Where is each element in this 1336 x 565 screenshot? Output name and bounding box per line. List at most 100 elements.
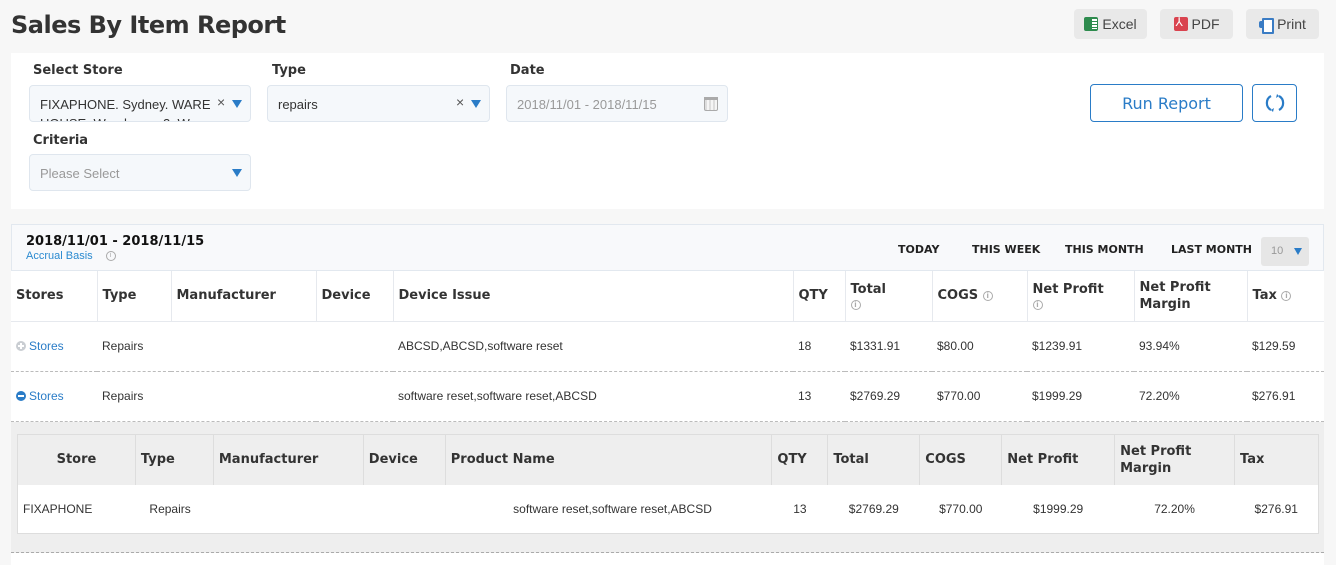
quick-range-today[interactable]: TODAY — [898, 243, 939, 256]
collapse-minus-icon[interactable] — [16, 390, 26, 401]
accrual-basis-link[interactable]: Accrual Basis i — [26, 250, 116, 262]
cell-net-profit-margin: 93.94% — [1134, 321, 1247, 372]
detail-cell-product-name: software reset,software reset,ABCSD — [445, 484, 772, 534]
table-row: Stores Repairs software reset,software r… — [11, 371, 1324, 422]
type-chevron-down-icon[interactable] — [471, 100, 481, 108]
date-value: 2018/11/01 - 2018/11/15 — [517, 97, 657, 112]
cell-type: Repairs — [97, 371, 171, 422]
store-select[interactable]: FIXAPHONE. Sydney. WARE HOUSE. Warehouse… — [29, 85, 251, 122]
refresh-button[interactable] — [1252, 84, 1297, 122]
detail-column-header-product-name: Product Name — [445, 434, 773, 485]
detail-cell-total: $2769.29 — [827, 484, 920, 534]
column-header-net-profit-margin[interactable]: Net Profit Margin — [1134, 271, 1248, 322]
column-header-type[interactable]: Type — [97, 271, 172, 322]
criteria-select[interactable]: Please Select — [29, 154, 251, 191]
detail-column-header-qty: QTY — [771, 434, 829, 485]
column-header-net-profit[interactable]: Net Profit i — [1027, 271, 1135, 322]
type-label: Type — [272, 63, 306, 78]
cell-net-profit: $1239.91 — [1027, 321, 1134, 372]
column-header-device-issue[interactable]: Device Issue — [393, 271, 794, 322]
excel-label: Excel — [1102, 16, 1137, 32]
net-profit-info-icon[interactable]: i — [1032, 300, 1043, 311]
collapse-row-link[interactable]: Stores — [16, 389, 64, 403]
info-icon[interactable]: i — [105, 251, 116, 262]
detail-cell-manufacturer — [213, 484, 364, 534]
detail-cell-device — [363, 484, 446, 534]
export-pdf-button[interactable]: PDF — [1160, 9, 1233, 39]
cell-cogs: $80.00 — [932, 321, 1027, 372]
detail-column-header-store: Store — [17, 434, 136, 485]
quick-range-this-month[interactable]: THIS MONTH — [1065, 243, 1144, 256]
page-size-select[interactable]: 10 — [1261, 237, 1309, 266]
store-clear-icon[interactable]: × — [217, 94, 225, 110]
cell-net-profit-margin: 72.20% — [1134, 371, 1247, 422]
detail-cell-net-profit: $1999.29 — [1001, 484, 1115, 534]
column-header-cogs[interactable]: COGS i — [932, 271, 1028, 322]
detail-column-header-cogs: COGS — [919, 434, 1003, 485]
cell-cogs: $770.00 — [932, 371, 1027, 422]
report-section: 2018/11/01 - 2018/11/15 Accrual Basis i … — [11, 224, 1324, 565]
criteria-chevron-down-icon[interactable] — [232, 169, 242, 177]
column-header-device[interactable]: Device — [316, 271, 394, 322]
table-row: Stores Repairs ABCSD,ABCSD,software rese… — [11, 321, 1324, 372]
report-header: 2018/11/01 - 2018/11/15 Accrual Basis i … — [11, 224, 1324, 271]
detail-column-header-total: Total — [827, 434, 921, 485]
cell-manufacturer — [171, 371, 316, 422]
print-label: Print — [1277, 16, 1306, 32]
run-report-button[interactable]: Run Report — [1090, 84, 1243, 122]
print-button[interactable]: Print — [1246, 9, 1319, 39]
column-header-manufacturer[interactable]: Manufacturer — [171, 271, 317, 322]
detail-column-header-tax: Tax — [1234, 434, 1319, 485]
table-header-row: Stores Type Manufacturer Device Device I… — [11, 271, 1324, 322]
total-header-label: Total — [850, 282, 887, 298]
detail-column-header-type: Type — [135, 434, 214, 485]
pdf-icon — [1173, 15, 1188, 31]
cell-device — [316, 321, 393, 372]
cell-tax: $276.91 — [1247, 371, 1324, 422]
detail-column-header-net-profit: Net Profit — [1001, 434, 1116, 485]
column-header-total[interactable]: Total i — [845, 271, 933, 322]
date-range-input[interactable]: 2018/11/01 - 2018/11/15 — [506, 85, 728, 122]
detail-cell-qty: 13 — [771, 484, 828, 534]
detail-cell-tax: $276.91 — [1234, 484, 1319, 534]
type-clear-icon[interactable]: × — [456, 94, 464, 110]
report-table: Stores Type Manufacturer Device Device I… — [11, 271, 1324, 422]
quick-range-this-week[interactable]: THIS WEEK — [972, 243, 1040, 256]
page-size-value: 10 — [1271, 245, 1284, 257]
printer-icon — [1259, 17, 1275, 34]
cell-device-issue: software reset,software reset,ABCSD — [393, 371, 793, 422]
report-date-range: 2018/11/01 - 2018/11/15 — [26, 234, 205, 249]
filter-panel: Select Store FIXAPHONE. Sydney. WARE HOU… — [11, 53, 1324, 209]
accrual-basis-label: Accrual Basis — [26, 250, 93, 262]
tax-header-label: Tax — [1252, 288, 1277, 304]
column-header-tax[interactable]: Tax i — [1247, 271, 1324, 322]
detail-column-header-net-profit-margin: Net Profit Margin — [1114, 434, 1235, 485]
calendar-icon[interactable] — [704, 97, 718, 111]
refresh-icon — [1265, 94, 1284, 112]
pdf-label: PDF — [1191, 16, 1220, 32]
net-profit-header-label: Net Profit — [1032, 282, 1104, 298]
total-info-icon[interactable]: i — [850, 300, 861, 311]
cell-store: Stores — [11, 371, 97, 422]
store-label: Select Store — [33, 63, 123, 78]
cell-store: Stores — [11, 321, 97, 372]
cell-qty: 18 — [793, 321, 845, 372]
quick-range-last-month[interactable]: LAST MONTH — [1171, 243, 1252, 256]
export-excel-button[interactable]: Excel — [1074, 9, 1147, 39]
expand-plus-icon[interactable] — [16, 340, 26, 351]
tax-info-icon[interactable]: i — [1281, 290, 1292, 301]
column-header-qty[interactable]: QTY — [793, 271, 846, 322]
store-chevron-down-icon[interactable] — [232, 100, 242, 108]
cell-device-issue: ABCSD,ABCSD,software reset — [393, 321, 793, 372]
cell-device — [316, 371, 393, 422]
date-label: Date — [510, 63, 545, 78]
detail-column-header-device: Device — [363, 434, 446, 485]
detail-row: FIXAPHONE Repairs software reset,softwar… — [17, 484, 1319, 534]
column-header-stores[interactable]: Stores — [11, 271, 98, 322]
detail-cell-cogs: $770.00 — [919, 484, 1002, 534]
criteria-label: Criteria — [33, 133, 89, 148]
cogs-info-icon[interactable]: i — [982, 290, 993, 301]
expand-row-link[interactable]: Stores — [16, 339, 64, 353]
cell-qty: 13 — [793, 371, 845, 422]
type-select[interactable]: repairs × — [267, 85, 490, 122]
